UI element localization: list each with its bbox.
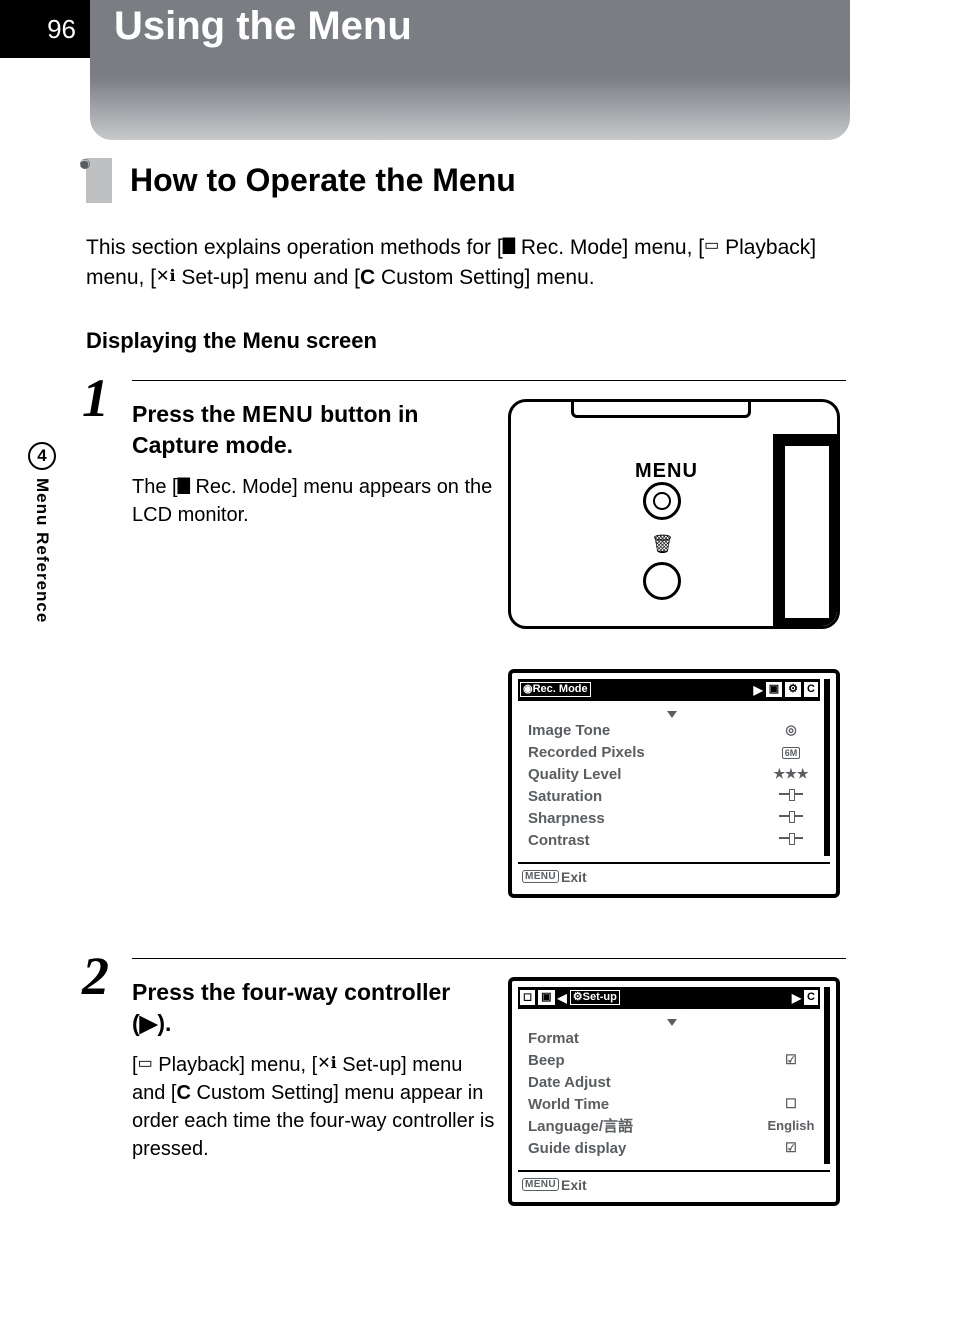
step-1: 1 Press the MENU button in Capture mode.… (86, 380, 846, 898)
lcd-setup-menu: ◻ ▣ ◀ ⚙ Set-up ▶ C Format Beep☑ (508, 977, 840, 1206)
menu-row: SharpnessⓈ (528, 808, 816, 830)
menu-button-icon (643, 482, 681, 520)
menu-button-pill: MENU (522, 870, 559, 883)
tab-rec-mode: ◉ Rec. Mode (520, 682, 591, 697)
tab-setup: ⚙ Set-up (570, 990, 620, 1005)
menu-row: Guide display☑ (528, 1138, 816, 1160)
page-number: 96 (47, 14, 76, 45)
lcd-tab-bar: ◉ Rec. Mode ▶ ▣ ⚙ C (518, 679, 820, 701)
contrast-slider: ◐ (766, 831, 816, 850)
menu-row: Saturation⬢ (528, 786, 816, 808)
step-title: Press the four-way controller (▶). (132, 977, 496, 1039)
lcd-tab-bar: ◻ ▣ ◀ ⚙ Set-up ▶ C (518, 987, 820, 1009)
play-icon: ▭ (138, 1056, 153, 1072)
scroll-down-icon (667, 711, 677, 718)
intro-paragraph: This section explains operation methods … (86, 233, 846, 294)
tab-arrow-right-icon: ▶ (754, 683, 763, 697)
lcd-menu-body: Image Tone◎ Recorded Pixels6M Quality Le… (518, 701, 820, 856)
step-title: Press the MENU button in Capture mode. (132, 399, 496, 461)
tab-arrow-left-icon: ◀ (558, 991, 567, 1005)
menu-button-label: MENU (635, 460, 698, 483)
lcd-rec-mode-menu: ◉ Rec. Mode ▶ ▣ ⚙ C Image Tone◎ Recorded… (508, 669, 840, 898)
setup-icon: ✕ℹ (156, 269, 175, 285)
camera-illustration: MENU 🗑 (508, 399, 840, 629)
trash-icon: 🗑 (651, 534, 673, 556)
step-number: 2 (82, 958, 109, 996)
tab-custom: C (804, 682, 818, 697)
sharpness-slider: Ⓢ (766, 809, 816, 828)
chapter-label: Menu Reference (32, 478, 52, 623)
lcd-footer: MENUExit (518, 1170, 830, 1196)
side-tab: 4 Menu Reference (24, 442, 60, 623)
language-value: English (766, 1117, 816, 1136)
tab-rec: ◻ (520, 990, 535, 1005)
lower-button-icon (643, 562, 681, 600)
tab-playback: ▣ (766, 682, 782, 697)
tab-arrow-right-icon: ▶ (792, 991, 801, 1005)
lcd-footer: MENUExit (518, 862, 830, 888)
tab-playback: ▣ (538, 990, 554, 1005)
chapter-number-badge: 4 (28, 442, 56, 470)
checkbox-empty-icon: ☐ (766, 1095, 816, 1114)
step-2: 2 Press the four-way controller (▶). [▭ … (86, 958, 846, 1206)
checkbox-checked-icon: ☑ (766, 1139, 816, 1158)
quality-stars: ★★★ (766, 765, 816, 784)
scroll-down-icon (667, 1019, 677, 1026)
pixels-badge: 6M (782, 747, 801, 759)
tab-setup: ⚙ (785, 682, 801, 697)
step-body: Press the four-way controller (▶). [▭ Pl… (132, 977, 508, 1206)
menu-row: Beep☑ (528, 1050, 816, 1072)
step-body: Press the MENU button in Capture mode. T… (132, 399, 508, 898)
lcd-menu-body: Format Beep☑ Date Adjust World Time☐ Lan… (518, 1009, 820, 1164)
menu-row: Language/言語English (528, 1116, 816, 1138)
menu-row: World Time☐ (528, 1094, 816, 1116)
menu-button-pill: MENU (522, 1178, 559, 1191)
checkbox-checked-icon: ☑ (766, 1051, 816, 1070)
subheading: Displaying the Menu screen (86, 328, 846, 354)
camera-icon: ▇ (178, 478, 190, 494)
tab-custom: C (804, 990, 818, 1005)
setup-icon: ✕ℹ (317, 1056, 336, 1072)
menu-row: Quality Level★★★ (528, 764, 816, 786)
page-content: How to Operate the Menu This section exp… (86, 158, 846, 1266)
section-heading: How to Operate the Menu (86, 158, 846, 203)
saturation-slider: ⬢ (766, 787, 816, 806)
menu-row: Format (528, 1028, 816, 1050)
menu-row: Recorded Pixels6M (528, 742, 816, 764)
menu-row: Contrast◐ (528, 830, 816, 852)
page-number-tab: 96 (0, 0, 90, 58)
menu-row: Image Tone◎ (528, 720, 816, 742)
step-description: [▭ Playback] menu, [✕ℹ Set-up] menu and … (132, 1051, 496, 1163)
menu-row: Date Adjust (528, 1072, 816, 1094)
step-number: 1 (82, 380, 109, 418)
play-icon: ▭ (704, 238, 719, 254)
camera-icon: ▇ (503, 238, 515, 254)
chapter-title-bar: Using the Menu (90, 0, 850, 140)
image-tone-icon: ◎ (766, 721, 816, 740)
chapter-title: Using the Menu (114, 4, 412, 48)
step-description: The [▇ Rec. Mode] menu appears on the LC… (132, 473, 496, 529)
